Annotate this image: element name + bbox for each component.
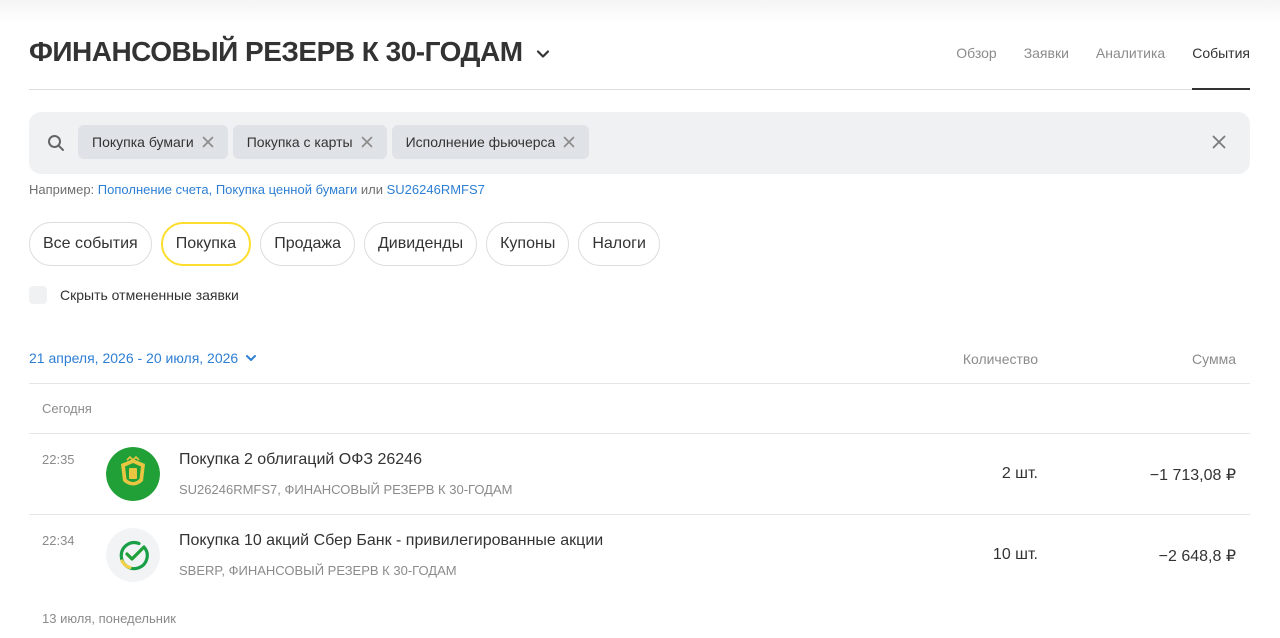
event-quantity: 10 шт.: [992, 546, 1038, 563]
portfolio-header: ФИНАНСОВЫЙ РЕЗЕРВ К 30-ГОДАМ Обзор Заявк…: [29, 28, 1250, 90]
hint-prefix: Например:: [29, 182, 95, 197]
table-row[interactable]: 22:34 Покупка 10 акций Сбер Банк - приви…: [29, 515, 1250, 595]
hint-link-examples[interactable]: Пополнение счета, Покупка ценной бумаги: [98, 182, 357, 197]
chevron-down-icon: [536, 49, 549, 58]
group-date-label: 13 июля, понедельник: [42, 611, 176, 626]
close-icon[interactable]: [563, 136, 575, 148]
tab-orders[interactable]: Заявки: [1024, 45, 1069, 89]
clear-search-icon[interactable]: [1212, 135, 1226, 149]
search-chip: Покупка бумаги: [78, 125, 228, 159]
search-icon: [48, 135, 64, 151]
filter-coupons[interactable]: Купоны: [486, 222, 570, 266]
page-title: ФИНАНСОВЫЙ РЕЗЕРВ К 30-ГОДАМ: [29, 36, 523, 67]
filter-all-events[interactable]: Все события: [29, 222, 152, 266]
column-quantity: Количество: [962, 351, 1038, 367]
search-hint: Например: Пополнение счета, Покупка ценн…: [29, 182, 485, 197]
tab-overview[interactable]: Обзор: [956, 45, 996, 89]
event-subtitle: SBERP, ФИНАНСОВЫЙ РЕЗЕРВ К 30-ГОДАМ: [179, 563, 457, 578]
search-chips: Покупка бумаги Покупка с карты Исполнени…: [78, 125, 594, 159]
filter-taxes[interactable]: Налоги: [578, 222, 660, 266]
table-row[interactable]: 22:35 Покупка 2 облигаций ОФЗ 26246 SU26…: [29, 434, 1250, 514]
tab-analytics[interactable]: Аналитика: [1096, 45, 1165, 89]
search-bar[interactable]: Покупка бумаги Покупка с карты Исполнени…: [29, 112, 1250, 174]
portfolio-selector[interactable]: ФИНАНСОВЫЙ РЕЗЕРВ К 30-ГОДАМ: [29, 36, 551, 68]
search-chip-label: Исполнение фьючерса: [405, 134, 556, 150]
events-page: ФИНАНСОВЫЙ РЕЗЕРВ К 30-ГОДАМ Обзор Заявк…: [0, 0, 1280, 638]
event-time: 22:34: [42, 533, 75, 548]
close-icon[interactable]: [361, 136, 373, 148]
hide-cancelled-option: Скрыть отмененные заявки: [29, 286, 239, 304]
sber-logo-icon: [106, 528, 160, 582]
events-table-header: 21 апреля, 2026 - 20 июля, 2026 Количест…: [29, 348, 1250, 384]
date-range-label: 21 апреля, 2026 - 20 июля, 2026: [29, 350, 239, 366]
chevron-down-icon: [246, 355, 257, 361]
hide-cancelled-label[interactable]: Скрыть отмененные заявки: [60, 287, 239, 303]
date-range-picker[interactable]: 21 апреля, 2026 - 20 июля, 2026: [29, 350, 258, 366]
group-date-label: Сегодня: [42, 401, 92, 416]
event-time: 22:35: [42, 452, 75, 467]
hint-separator: или: [360, 182, 383, 197]
minfin-emblem-icon: [106, 447, 160, 501]
event-quantity: 2 шт.: [1001, 465, 1038, 482]
event-sum: −2 648,8 ₽: [1158, 548, 1236, 565]
event-title: Покупка 2 облигаций ОФЗ 26246: [179, 451, 422, 468]
hide-cancelled-checkbox[interactable]: [29, 286, 47, 304]
search-chip-label: Покупка бумаги: [92, 134, 194, 150]
event-title: Покупка 10 акций Сбер Банк - привилегиро…: [179, 532, 604, 549]
event-type-filters: Все события Покупка Продажа Дивиденды Ку…: [29, 222, 669, 266]
search-chip-label: Покупка с карты: [246, 134, 353, 150]
column-sum: Сумма: [1192, 351, 1236, 367]
close-icon[interactable]: [202, 136, 214, 148]
event-subtitle: SU26246RMFS7, ФИНАНСОВЫЙ РЕЗЕРВ К 30-ГОД…: [179, 482, 513, 497]
tab-events[interactable]: События: [1192, 45, 1250, 90]
search-chip: Покупка с карты: [232, 125, 387, 159]
hint-link-ticker[interactable]: SU26246RMFS7: [387, 182, 485, 197]
search-chip: Исполнение фьючерса: [391, 125, 590, 159]
section-tabs: Обзор Заявки Аналитика События: [929, 45, 1250, 90]
filter-purchase[interactable]: Покупка: [160, 222, 252, 266]
filter-sale[interactable]: Продажа: [260, 222, 355, 266]
event-sum: −1 713,08 ₽: [1149, 467, 1236, 484]
filter-dividends[interactable]: Дивиденды: [363, 222, 478, 266]
